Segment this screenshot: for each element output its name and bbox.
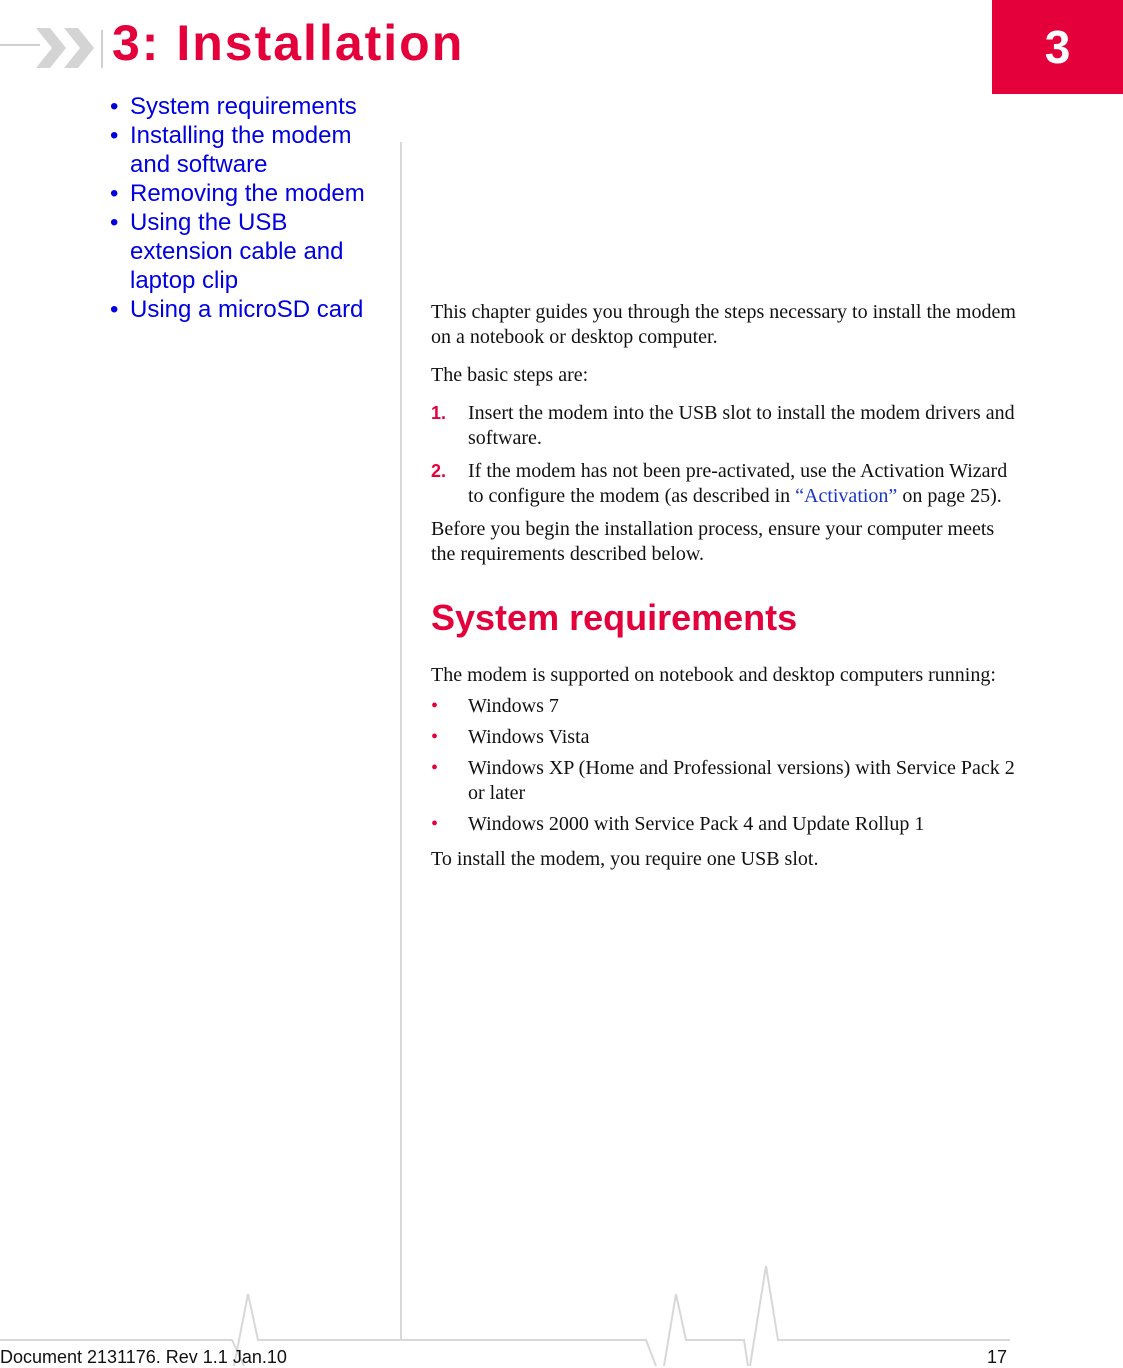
column-divider xyxy=(400,142,402,1340)
chevron-icon xyxy=(36,28,66,68)
step-item: 2. If the modem has not been pre-activat… xyxy=(431,459,1021,509)
step-item: 1. Insert the modem into the USB slot to… xyxy=(431,401,1021,451)
toc-link[interactable]: Using the USB extension cable and laptop… xyxy=(130,208,360,295)
os-name: Windows 2000 with Service Pack 4 and Upd… xyxy=(468,813,925,835)
os-name: Windows Vista xyxy=(468,726,590,748)
footer-rule xyxy=(233,1293,657,1366)
step-text: If the modem has not been pre-activated,… xyxy=(468,459,1021,509)
os-name: Windows XP (Home and Professional versio… xyxy=(468,757,1015,804)
chapter-tab: 3 xyxy=(992,0,1123,94)
step-number: 2. xyxy=(431,461,447,481)
bullet-icon: • xyxy=(431,726,439,748)
toc-link[interactable]: Using a microSD card xyxy=(130,295,363,324)
bullet-icon: • xyxy=(431,813,439,835)
toc-item[interactable]: • System requirements xyxy=(110,92,400,121)
before-begin-paragraph: Before you begin the installation proces… xyxy=(431,518,995,565)
section-heading: System requirements xyxy=(431,597,798,638)
chapter-body: This chapter guides you through the step… xyxy=(431,300,1021,885)
step-text-part: on page 25). xyxy=(897,485,1002,507)
bullet-icon: • xyxy=(110,122,119,149)
os-list-item: • Windows Vista xyxy=(431,725,1021,750)
os-list-item: • Windows XP (Home and Professional versi… xyxy=(431,756,1021,806)
step-text: Insert the modem into the USB slot to in… xyxy=(468,402,1015,449)
footer-page-number: 17 xyxy=(987,1347,1008,1367)
toc-item[interactable]: • Removing the modem xyxy=(110,179,400,208)
bullet-icon: • xyxy=(110,209,119,236)
chapter-title: 3: Installation xyxy=(112,15,465,71)
footer-rule xyxy=(663,1293,749,1366)
toc-item[interactable]: • Using the USB extension cable and lapto… xyxy=(110,208,400,295)
supported-intro: The modem is supported on notebook and d… xyxy=(431,664,996,686)
toc-item[interactable]: • Using a microSD card xyxy=(110,295,400,324)
os-name: Windows 7 xyxy=(468,695,559,717)
intro-paragraph: This chapter guides you through the step… xyxy=(431,301,1016,348)
bullet-icon: • xyxy=(110,180,119,207)
os-list-item: • Windows 7 xyxy=(431,694,1021,719)
toc-link[interactable]: System requirements xyxy=(130,92,357,121)
closing-paragraph: To install the modem, you require one US… xyxy=(431,848,819,870)
toc-link[interactable]: Installing the modem and software xyxy=(130,121,360,179)
steps-intro: The basic steps are: xyxy=(431,364,589,386)
activation-link[interactable]: “Activation” xyxy=(795,485,897,507)
footer-rule xyxy=(749,1265,1010,1366)
chapter-toc: • System requirements • Installing the mod… xyxy=(110,92,400,324)
toc-item[interactable]: • Installing the modem and software xyxy=(110,121,400,179)
os-list-item: • Windows 2000 with Service Pack 4 and Up… xyxy=(431,812,1021,837)
toc-link[interactable]: Removing the modem xyxy=(130,179,365,208)
bullet-icon: • xyxy=(431,757,439,779)
bullet-icon: • xyxy=(110,93,119,120)
bullet-icon: • xyxy=(431,695,439,717)
bullet-icon: • xyxy=(110,296,119,323)
step-number: 1. xyxy=(431,403,447,423)
footer-doc-info: Document 2131176. Rev 1.1 Jan.10 xyxy=(0,1347,287,1367)
chevron-icon xyxy=(64,28,94,68)
